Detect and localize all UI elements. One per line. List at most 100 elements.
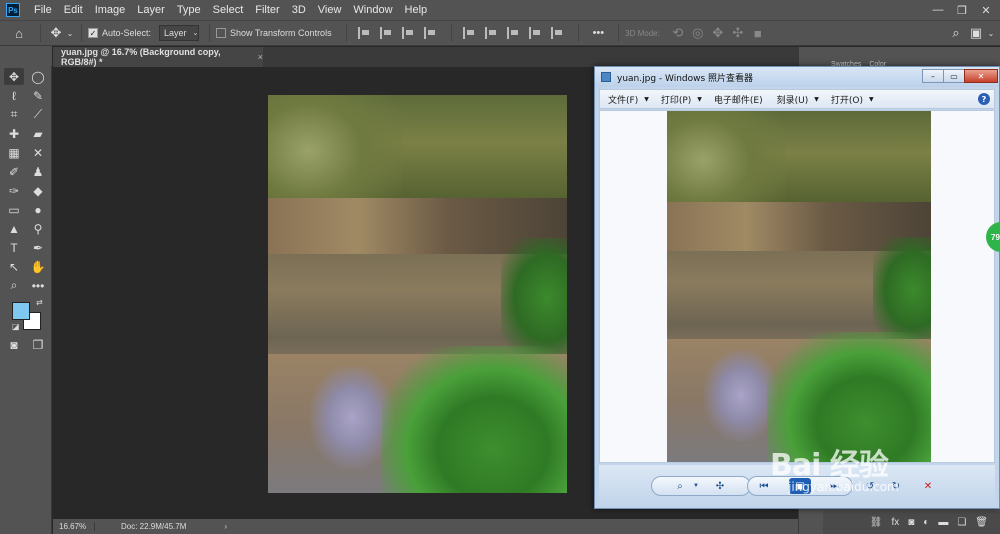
align-left-icon[interactable] — [357, 27, 370, 39]
bandage-tool-icon[interactable]: ▰ — [28, 125, 48, 142]
restore-button[interactable]: ❐ — [950, 0, 974, 20]
viewer-menu-open[interactable]: 打开(O) — [831, 93, 863, 106]
frame-tool-icon[interactable]: ▦ — [4, 144, 24, 161]
stamp-tool-icon[interactable]: ♟ — [28, 163, 48, 180]
watermark: Bai 经验 jingyan.baidu.com — [740, 440, 1000, 520]
quick-select-tool-icon[interactable]: ✎ — [28, 87, 48, 104]
image-foliage-right — [872, 237, 931, 343]
history-brush-tool-icon[interactable]: ✑ — [4, 182, 24, 199]
move-tool-icon[interactable]: ✥ — [47, 25, 65, 41]
viewer-restore-button[interactable]: ▭ — [943, 69, 965, 83]
minimize-button[interactable]: — — [926, 0, 950, 20]
search-icon[interactable]: ⌕ — [948, 25, 964, 41]
marquee-tool-icon[interactable]: ◯ — [28, 68, 48, 85]
close-button[interactable]: ✕ — [974, 0, 998, 20]
align-center-icon[interactable] — [379, 27, 392, 39]
distribute-vertical-icon[interactable] — [528, 27, 541, 39]
help-icon[interactable]: ? — [978, 93, 990, 105]
default-colors-icon[interactable]: ◪ — [12, 322, 20, 331]
auto-select-checkbox[interactable]: ✓ — [88, 28, 98, 38]
align-middle-icon[interactable] — [484, 27, 497, 39]
viewer-menu-print[interactable]: 打印(P) — [661, 93, 691, 106]
3d-pan-icon: ✥ — [712, 25, 724, 40]
lasso-tool-icon[interactable]: ℓ — [4, 87, 24, 104]
viewer-image-area — [599, 110, 995, 463]
photoshop-logo: Ps — [6, 3, 20, 17]
more-options-button[interactable]: ••• — [593, 27, 605, 39]
divider — [450, 24, 452, 42]
menu-window[interactable]: Window — [347, 0, 398, 20]
crop-tool-icon[interactable]: ⌗ — [4, 106, 24, 123]
menu-image[interactable]: Image — [89, 0, 132, 20]
viewer-menu-burn[interactable]: 刻录(U) — [777, 93, 809, 106]
auto-select-label: Auto-Select: — [102, 28, 152, 38]
path-select-tool-icon[interactable]: ↖ — [4, 258, 24, 275]
brush-tool-icon[interactable]: ✐ — [4, 163, 24, 180]
canvas-image[interactable] — [268, 95, 567, 493]
viewer-title-bar[interactable]: yuan.jpg - Windows 照片查看器 – ▭ ✕ — [595, 67, 999, 87]
dodge-tool-icon[interactable]: ⚲ — [28, 220, 48, 237]
divider — [209, 24, 211, 42]
actual-size-icon[interactable]: ✣ — [711, 478, 729, 494]
menu-file[interactable]: File — [28, 0, 58, 20]
menu-3d[interactable]: 3D — [286, 0, 312, 20]
distribute-icon[interactable] — [423, 27, 436, 39]
menu-bar: Ps File Edit Image Layer Type Select Fil… — [0, 0, 1000, 20]
status-menu-arrow[interactable]: › — [224, 522, 227, 531]
divider — [577, 24, 579, 42]
type-tool-icon[interactable]: T — [4, 239, 24, 256]
auto-select-target-dropdown[interactable]: Layer ⌄ — [159, 25, 200, 41]
tools-panel: ✥ ◯ ℓ ✎ ⌗ ⟋ ✚ ▰ ▦ ✕ ✐ ♟ ✑ ◆ ▭ ● ▲ ⚲ T ✒ … — [0, 66, 52, 534]
menu-select[interactable]: Select — [207, 0, 250, 20]
document-size-info: Doc: 22.9M/45.7M — [121, 522, 187, 531]
transform-tool-icon[interactable]: ✕ — [28, 144, 48, 161]
screen-mode-icon[interactable]: ❐ — [28, 336, 48, 353]
blur-tool-icon[interactable]: ● — [28, 201, 48, 218]
options-bar: ⌂ ✥ ⌄ ✓ Auto-Select: Layer ⌄ Show Transf… — [0, 20, 1000, 46]
divider — [40, 24, 41, 42]
distribute-horizontal-icon[interactable] — [550, 27, 563, 39]
align-right-icon[interactable] — [401, 27, 414, 39]
menu-type[interactable]: Type — [171, 0, 207, 20]
move-tool-icon[interactable]: ✥ — [4, 68, 24, 85]
show-transform-checkbox[interactable] — [216, 28, 227, 38]
viewer-menu-email[interactable]: 电子邮件(E) — [714, 93, 763, 106]
show-transform-label: Show Transform Controls — [230, 28, 332, 38]
menu-filter[interactable]: Filter — [249, 0, 285, 20]
foreground-color-swatch[interactable] — [12, 302, 30, 320]
viewer-close-button[interactable]: ✕ — [964, 69, 998, 83]
chevron-down-icon[interactable]: ▼ — [687, 478, 705, 494]
hand-tool-icon[interactable]: ✋ — [28, 258, 48, 275]
chevron-down-icon: ▼ — [644, 95, 649, 103]
menu-view[interactable]: View — [312, 0, 348, 20]
3d-orbit-icon: ⟲ — [672, 25, 684, 40]
eyedropper-tool-icon[interactable]: ⟋ — [28, 106, 48, 123]
viewer-menu-file[interactable]: 文件(F) — [608, 93, 638, 106]
chevron-down-icon: ▼ — [697, 95, 702, 103]
document-tab-title: yuan.jpg @ 16.7% (Background copy, RGB/8… — [61, 47, 221, 67]
chevron-down-icon[interactable]: ⌄ — [65, 29, 75, 38]
align-bottom-icon[interactable] — [506, 27, 519, 39]
3d-roll-icon: ◎ — [692, 25, 704, 40]
home-icon[interactable]: ⌂ — [4, 26, 34, 41]
zoom-level[interactable]: 16.67% — [53, 522, 95, 531]
menu-edit[interactable]: Edit — [58, 0, 89, 20]
viewer-minimize-button[interactable]: – — [922, 69, 944, 83]
swap-colors-icon[interactable]: ⇄ — [36, 298, 43, 307]
document-tab[interactable]: yuan.jpg @ 16.7% (Background copy, RGB/8… — [53, 47, 263, 67]
menu-help[interactable]: Help — [399, 0, 434, 20]
more-tools-icon[interactable]: ••• — [28, 277, 48, 294]
spot-healing-tool-icon[interactable]: ✚ — [4, 125, 24, 142]
chevron-down-icon[interactable]: ⌄ — [986, 29, 996, 38]
workspace-icon[interactable]: ▣ — [968, 25, 984, 41]
eraser-tool-icon[interactable]: ◆ — [28, 182, 48, 199]
gradient-tool-icon[interactable]: ▭ — [4, 201, 24, 218]
pen-tool-icon[interactable]: ✒ — [28, 239, 48, 256]
3d-slide-icon: ✣ — [732, 25, 744, 40]
sharpen-tool-icon[interactable]: ▲ — [4, 220, 24, 237]
menu-layer[interactable]: Layer — [131, 0, 171, 20]
quick-mask-icon[interactable]: ◙ — [4, 336, 24, 353]
align-top-icon[interactable] — [462, 27, 475, 39]
zoom-tool-icon[interactable]: ⌕ — [4, 277, 24, 294]
viewer-menu-bar: 文件(F) ▼ 打印(P) ▼ 电子邮件(E) 刻录(U) ▼ 打开(O) ▼ ? — [599, 89, 995, 109]
